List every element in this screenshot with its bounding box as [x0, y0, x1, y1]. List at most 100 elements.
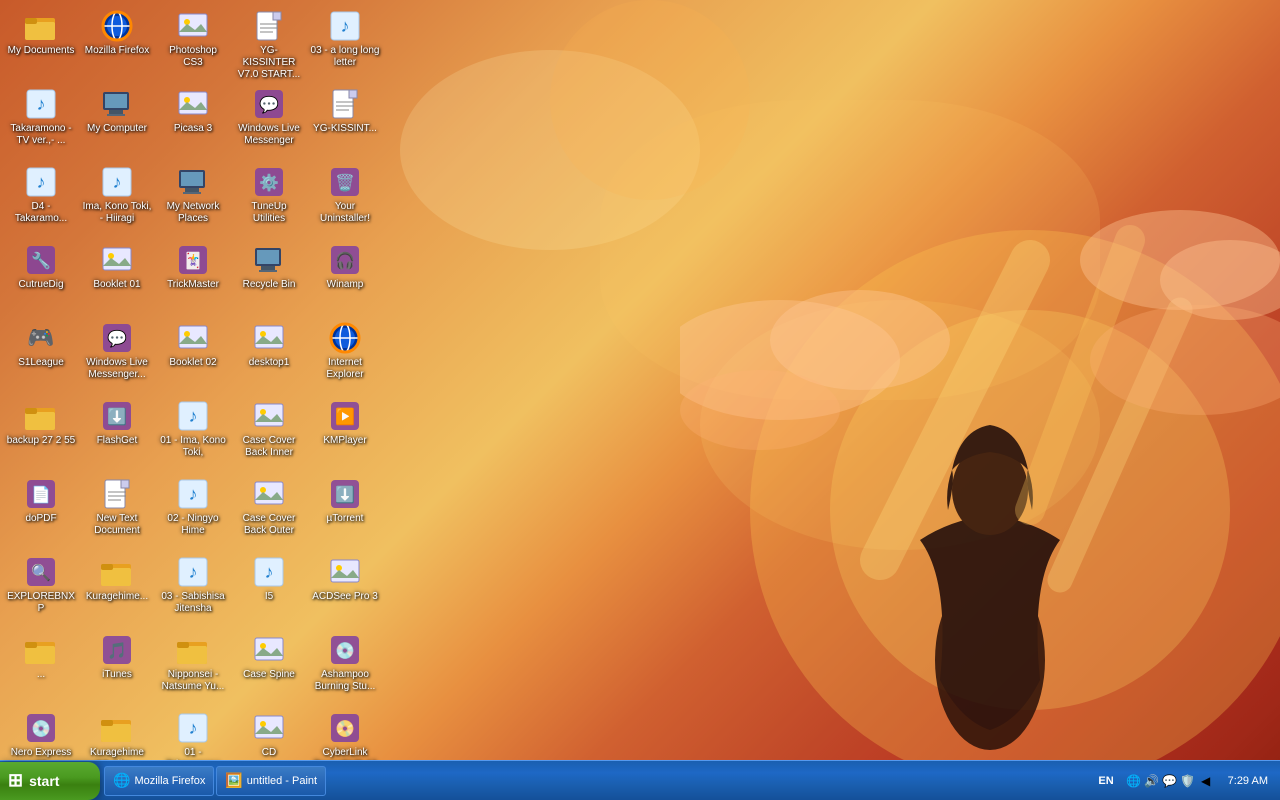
icon-image-26: ⬇️: [101, 400, 133, 432]
desktop-icon-1[interactable]: Mozilla Firefox: [80, 4, 154, 82]
desktop-icon-5[interactable]: ♪Takaramono -TV ver.,- ...: [4, 82, 78, 160]
desktop-icon-9[interactable]: YG-KISSINT...: [308, 82, 382, 160]
desktop-icon-33[interactable]: Case Cover Back Outer: [232, 472, 306, 550]
svg-text:♪: ♪: [341, 16, 350, 36]
desktop-icon-43[interactable]: Case Spine: [232, 628, 306, 706]
icon-image-31: [101, 478, 133, 510]
desktop-icon-41[interactable]: 🎵iTunes: [80, 628, 154, 706]
desktop-icon-24[interactable]: Internet Explorer: [308, 316, 382, 394]
desktop-icon-34[interactable]: ⬇️µTorrent: [308, 472, 382, 550]
desktop-icon-13[interactable]: ⚙️TuneUp Utilities: [232, 160, 306, 238]
icon-image-27: ♪: [177, 400, 209, 432]
icon-label-18: Recycle Bin: [243, 279, 296, 291]
desktop-icon-3[interactable]: YG-KISSINTER V7.0 START...: [232, 4, 306, 82]
desktop-icon-4[interactable]: ♪ 03 - a long long letter: [308, 4, 382, 82]
icon-label-33: Case Cover Back Outer: [234, 513, 304, 537]
desktop-icon-22[interactable]: Booklet 02: [156, 316, 230, 394]
icon-image-24: [329, 322, 361, 354]
desktop-icon-35[interactable]: 🔍EXPLOREBNXP: [4, 550, 78, 628]
icon-label-31: New Text Document: [82, 513, 152, 537]
icon-image-21: 💬: [101, 322, 133, 354]
desktop-icon-37[interactable]: ♪03 - Sabishisa Jitensha: [156, 550, 230, 628]
desktop-icon-30[interactable]: 📄doPDF: [4, 472, 78, 550]
desktop-icon-18[interactable]: Recycle Bin: [232, 238, 306, 316]
desktop-icon-40[interactable]: ...: [4, 628, 78, 706]
desktop-icon-44[interactable]: 💿Ashampoo Burning Stu...: [308, 628, 382, 706]
taskbar-item-0[interactable]: 🌐Mozilla Firefox: [104, 766, 214, 796]
desktop-icon-39[interactable]: ACDSee Pro 3: [308, 550, 382, 628]
desktop-icon-14[interactable]: 🗑️Your Uninstaller!: [308, 160, 382, 238]
desktop-icon-2[interactable]: Photoshop CS3: [156, 4, 230, 82]
icon-label-9: YG-KISSINT...: [313, 123, 377, 135]
icon-image-7: [177, 88, 209, 120]
taskbar: ⊞ start 🌐Mozilla Firefox🖼️untitled - Pai…: [0, 760, 1280, 800]
volume-tray-icon[interactable]: 🔊: [1144, 773, 1160, 789]
icon-label-37: 03 - Sabishisa Jitensha: [158, 591, 228, 615]
svg-text:🃏: 🃏: [183, 251, 203, 270]
desktop-icon-25[interactable]: backup 27 2 55: [4, 394, 78, 472]
svg-text:🎧: 🎧: [335, 251, 355, 270]
icon-label-44: Ashampoo Burning Stu...: [310, 669, 380, 693]
desktop-icon-26[interactable]: ⬇️FlashGet: [80, 394, 154, 472]
desktop-icon-7[interactable]: Picasa 3: [156, 82, 230, 160]
antivirus-tray-icon[interactable]: 🛡️: [1180, 773, 1196, 789]
icon-label-4: 03 - a long long letter: [310, 45, 380, 69]
desktop-icon-16[interactable]: Booklet 01: [80, 238, 154, 316]
icon-image-29: ▶️: [329, 400, 361, 432]
start-button[interactable]: ⊞ start: [0, 762, 100, 800]
icon-image-48: [253, 712, 285, 744]
desktop-icon-6[interactable]: My Computer: [80, 82, 154, 160]
desktop-icon-23[interactable]: desktop1: [232, 316, 306, 394]
icon-image-3: [253, 10, 285, 42]
icon-image-42: [177, 634, 209, 666]
icon-label-25: backup 27 2 55: [7, 435, 75, 447]
desktop-icon-11[interactable]: ♪Ima, Kono Toki, - Hiiragi: [80, 160, 154, 238]
desktop-icon-38[interactable]: ♪I5: [232, 550, 306, 628]
icon-label-8: Windows Live Messenger: [234, 123, 304, 147]
desktop: My Documents Mozilla Firefox Photoshop CS3…: [0, 0, 1280, 800]
icon-label-42: Nipponsei - Natsume Yu...: [158, 669, 228, 693]
desktop-icon-32[interactable]: ♪02 - Ningyo Hime: [156, 472, 230, 550]
icon-label-24: Internet Explorer: [310, 357, 380, 381]
desktop-icon-36[interactable]: Kuragehime...: [80, 550, 154, 628]
desktop-icon-27[interactable]: ♪01 - Ima, Kono Toki,: [156, 394, 230, 472]
taskbar-item-icon-0: 🌐: [113, 772, 130, 789]
icon-image-14: 🗑️: [329, 166, 361, 198]
icon-label-5: Takaramono -TV ver.,- ...: [6, 123, 76, 147]
desktop-icon-29[interactable]: ▶️ KMPlayer: [308, 394, 382, 472]
svg-text:♪: ♪: [113, 172, 122, 192]
icon-label-29: KMPlayer: [323, 435, 366, 447]
windows-flag-icon: ⊞: [8, 770, 23, 791]
taskbar-right: EN 🌐 🔊 💬 🛡️ ◀ 7:29 AM: [1088, 761, 1280, 800]
desktop-icon-15[interactable]: 🔧CutrueDig: [4, 238, 78, 316]
network-tray-icon[interactable]: 🌐: [1126, 773, 1142, 789]
desktop-icon-10[interactable]: ♪D4 - Takaramo...: [4, 160, 78, 238]
desktop-icon-21[interactable]: 💬Windows Live Messenger...: [80, 316, 154, 394]
desktop-icon-31[interactable]: New Text Document: [80, 472, 154, 550]
desktop-icon-0[interactable]: My Documents: [4, 4, 78, 82]
icon-label-1: Mozilla Firefox: [85, 45, 149, 57]
messenger-tray-icon[interactable]: 💬: [1162, 773, 1178, 789]
icon-image-17: 🃏: [177, 244, 209, 276]
desktop-icon-28[interactable]: Case Cover Back Inner: [232, 394, 306, 472]
icon-label-23: desktop1: [249, 357, 290, 369]
more-tray-icon[interactable]: ◀: [1198, 773, 1214, 789]
desktop-icon-12[interactable]: My Network Places: [156, 160, 230, 238]
icon-label-39: ACDSee Pro 3: [312, 591, 378, 603]
icon-image-41: 🎵: [101, 634, 133, 666]
icon-image-30: 📄: [25, 478, 57, 510]
icon-image-45: 💿: [25, 712, 57, 744]
desktop-icon-19[interactable]: 🎧Winamp: [308, 238, 382, 316]
icon-label-7: Picasa 3: [174, 123, 212, 135]
taskbar-item-1[interactable]: 🖼️untitled - Paint: [216, 766, 326, 796]
icon-label-2: Photoshop CS3: [158, 45, 228, 69]
desktop-icon-20[interactable]: 🎮S1League: [4, 316, 78, 394]
icon-image-18: [253, 244, 285, 276]
desktop-icon-17[interactable]: 🃏TrickMaster: [156, 238, 230, 316]
desktop-icon-42[interactable]: Nipponsei - Natsume Yu...: [156, 628, 230, 706]
icon-label-34: µTorrent: [327, 513, 364, 525]
desktop-icon-8[interactable]: 💬Windows Live Messenger: [232, 82, 306, 160]
svg-text:♪: ♪: [189, 718, 198, 738]
icon-image-43: [253, 634, 285, 666]
icon-image-2: [177, 10, 209, 42]
